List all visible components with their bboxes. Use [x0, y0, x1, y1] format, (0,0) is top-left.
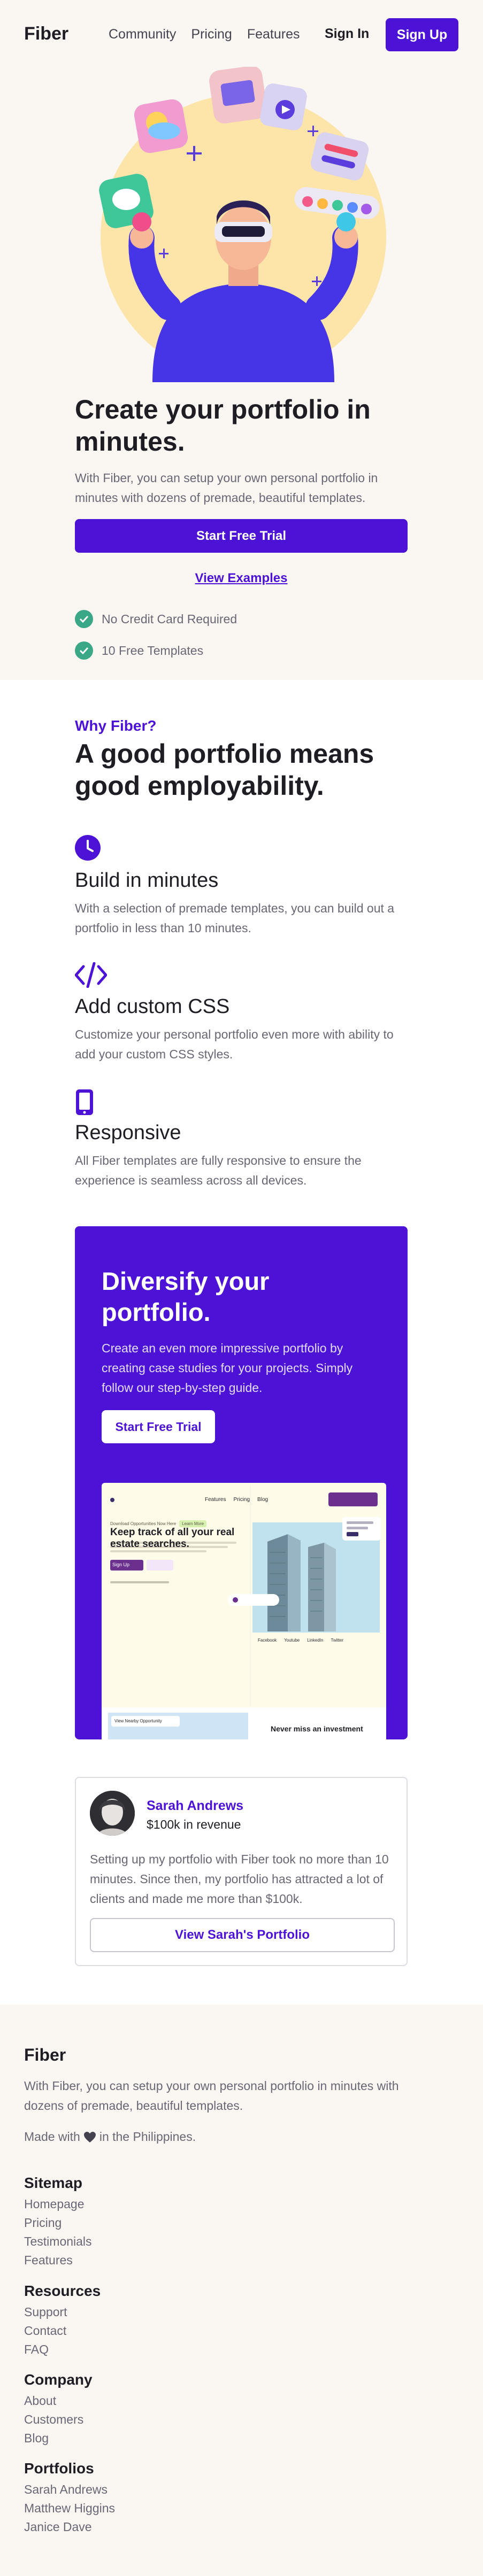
footer-link[interactable]: Customers [24, 2410, 93, 2429]
footer-link[interactable]: Homepage [24, 2195, 92, 2214]
footer-column-title: Portfolios [24, 2460, 94, 2477]
preview-nav: Features Pricing Blog [205, 1497, 268, 1503]
heart-icon [83, 2131, 96, 2142]
hero-section: Fiber Community Pricing Features Sign In… [0, 0, 483, 680]
made-suffix: in the Philippines. [99, 2130, 196, 2144]
feature-description: With a selection of premade templates, y… [75, 901, 395, 935]
video-app-icon [260, 83, 307, 130]
section-title: A good portfolio means good employabilit… [75, 739, 374, 801]
site-header: Fiber Community Pricing Features Sign In… [0, 0, 483, 71]
preview-bottom-tag: View Nearby Opportunity [114, 1719, 162, 1723]
nav-features[interactable]: Features [247, 27, 300, 42]
check-item: 10 Free Templates [75, 641, 203, 660]
footer-link[interactable]: Features [24, 2251, 92, 2270]
preview-nav-item: Blog [257, 1497, 269, 1503]
footer-column-title: Resources [24, 2283, 101, 2299]
footer-column-company: Company About Customers Blog [24, 2371, 93, 2448]
preview-badge-text: Download Opportunities Now Here [110, 1521, 177, 1526]
template-preview: Features Pricing Blog Download Opportuni… [102, 1483, 386, 1739]
promo-description: Create an even more impressive portfolio… [102, 1341, 353, 1395]
site-footer: Fiber With Fiber, you can setup your own… [0, 2005, 483, 2576]
preview-social: Facebook Youtube LinkedIn Twitter [258, 1638, 343, 1643]
start-free-trial-button[interactable]: Start Free Trial [75, 519, 408, 553]
testimonial-name[interactable]: Sarah Andrews [147, 1798, 243, 1814]
nav-pricing[interactable]: Pricing [191, 27, 232, 42]
footer-link[interactable]: Support [24, 2303, 101, 2322]
check-icon [75, 610, 93, 628]
main-nav: Community Pricing Features [109, 27, 300, 42]
view-examples-link[interactable]: View Examples [75, 571, 408, 586]
clock-icon [75, 835, 101, 861]
footer-link[interactable]: Pricing [24, 2214, 92, 2232]
footer-column-resources: Resources Support Contact FAQ [24, 2283, 101, 2359]
made-with-text: Made with in the Philippines. [24, 2130, 196, 2144]
preview-social-item: Youtube [284, 1638, 300, 1643]
check-label: No Credit Card Required [102, 612, 237, 626]
testimonial-revenue: $100k in revenue [147, 1817, 241, 1831]
preview-nav-item: Features [205, 1497, 226, 1503]
footer-column-title: Company [24, 2371, 93, 2388]
code-icon [75, 962, 107, 988]
hero-title: Create your portfolio in minutes. [75, 394, 371, 457]
footer-link[interactable]: About [24, 2392, 93, 2410]
preview-headline: Keep track of all your real estate searc… [110, 1527, 235, 1550]
sign-up-button[interactable]: Sign Up [386, 18, 458, 51]
footer-link[interactable]: FAQ [24, 2340, 101, 2359]
promo-start-free-trial-button[interactable]: Start Free Trial [102, 1410, 215, 1443]
footer-link[interactable]: Sarah Andrews [24, 2480, 115, 2499]
preview-nav-item: Pricing [233, 1497, 250, 1503]
nav-community[interactable]: Community [109, 27, 176, 42]
mobile-icon [76, 1089, 93, 1115]
check-label: 10 Free Templates [102, 643, 204, 657]
preview-social-item: LinkedIn [307, 1638, 324, 1643]
weather-app-icon [134, 99, 188, 153]
hero-description: With Fiber, you can setup your own perso… [75, 471, 378, 505]
promo-card: Diversify your portfolio. Create an even… [75, 1226, 408, 1739]
footer-link[interactable]: Janice Dave [24, 2518, 115, 2536]
footer-column-portfolios: Portfolios Sarah Andrews Matthew Higgins… [24, 2460, 115, 2536]
preview-social-item: Twitter [331, 1638, 344, 1643]
image-app-icon [209, 67, 267, 123]
sign-in-link[interactable]: Sign In [325, 26, 369, 42]
preview-button: Sign Up [112, 1562, 130, 1567]
preview-social-item: Facebook [258, 1638, 277, 1643]
testimonial-card: Sarah Andrews $100k in revenue Setting u… [75, 1777, 408, 1966]
logo[interactable]: Fiber [24, 24, 68, 44]
footer-link[interactable]: Matthew Higgins [24, 2499, 115, 2518]
footer-link[interactable]: Blog [24, 2429, 93, 2448]
preview-bottom-headline: Never miss an investment [271, 1724, 363, 1733]
feature-description: All Fiber templates are fully responsive… [75, 1154, 362, 1187]
section-eyebrow: Why Fiber? [75, 717, 157, 734]
testimonial-quote: Setting up my portfolio with Fiber took … [90, 1852, 389, 1906]
footer-logo[interactable]: Fiber [24, 2045, 66, 2065]
footer-column-title: Sitemap [24, 2175, 82, 2191]
hero-illustration [99, 67, 386, 382]
feature-title: Build in minutes [75, 869, 219, 892]
avatar [90, 1791, 135, 1836]
feature-description: Customize your personal portfolio even m… [75, 1027, 394, 1061]
promo-title: Diversify your portfolio. [102, 1267, 270, 1326]
footer-column-sitemap: Sitemap Homepage Pricing Testimonials Fe… [24, 2175, 92, 2270]
made-prefix: Made with [24, 2130, 80, 2144]
view-portfolio-button[interactable]: View Sarah's Portfolio [90, 1918, 395, 1952]
footer-link[interactable]: Contact [24, 2322, 101, 2340]
footer-link[interactable]: Testimonials [24, 2232, 92, 2251]
check-item: No Credit Card Required [75, 610, 237, 628]
footer-description: With Fiber, you can setup your own perso… [24, 2079, 399, 2113]
feature-title: Add custom CSS [75, 995, 230, 1018]
check-icon [75, 641, 93, 660]
feature-title: Responsive [75, 1121, 181, 1144]
